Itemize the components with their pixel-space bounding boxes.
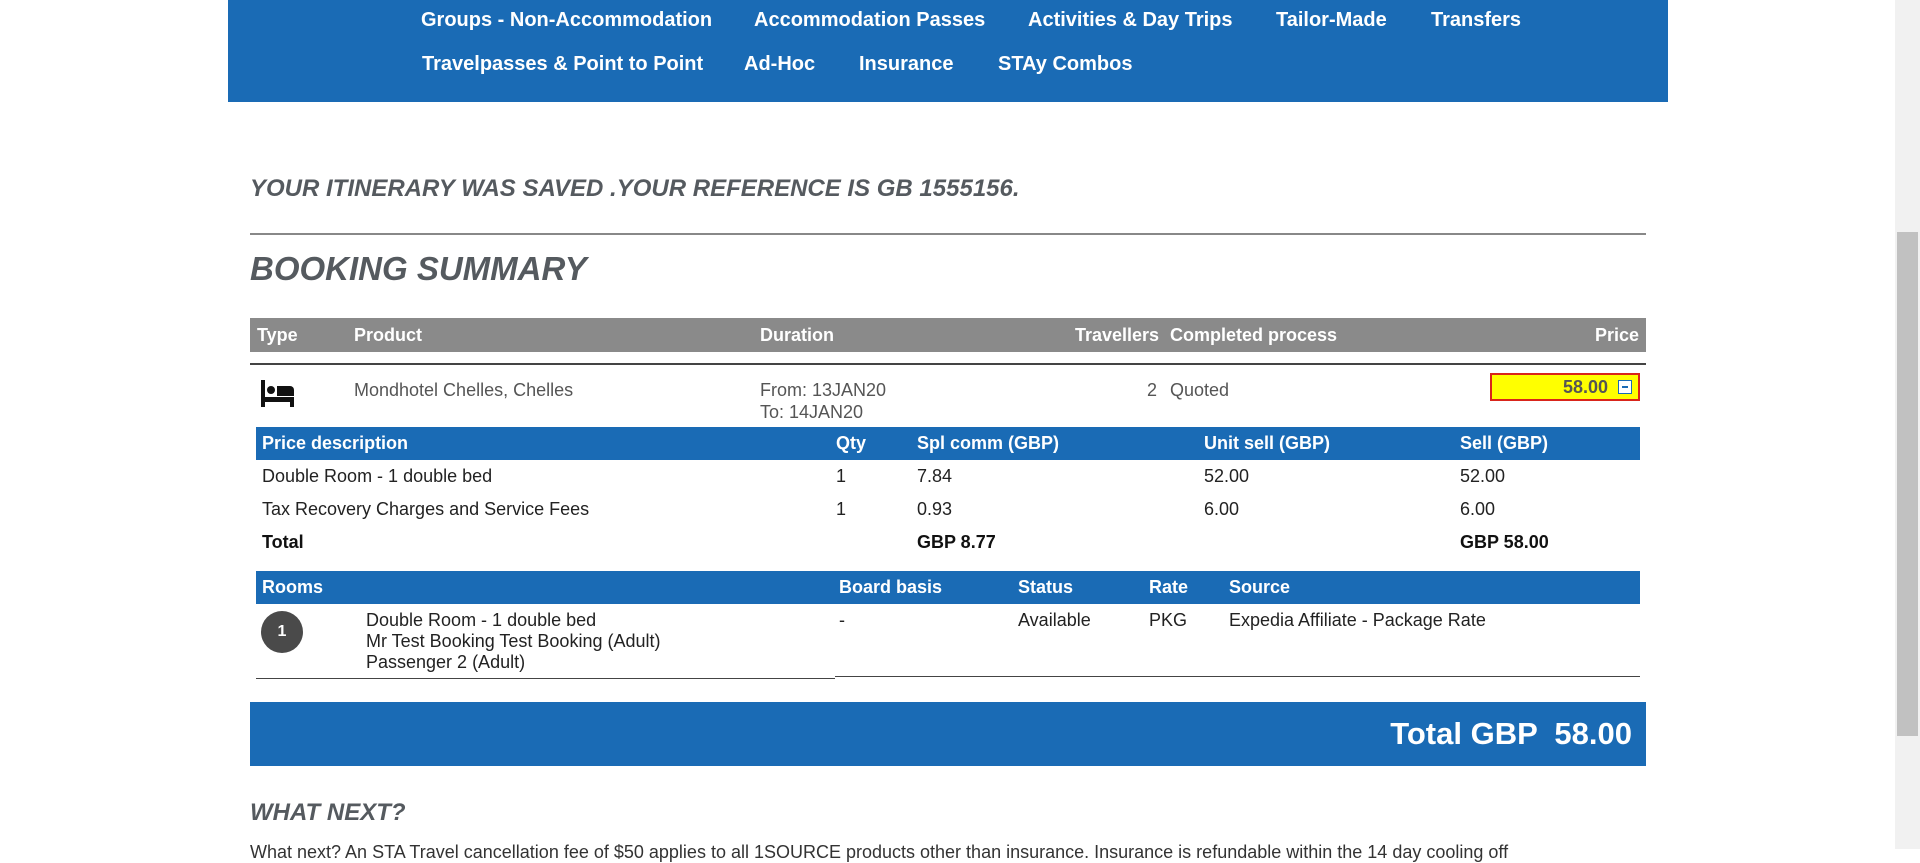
nav-row-1: Groups - Non-Accommodation Accommodation… <box>228 0 1668 44</box>
price-spl-comm: 7.84 <box>917 466 953 486</box>
nav-travelpasses[interactable]: Travelpasses & Point to Point <box>422 53 703 76</box>
price-unit-sell: 52.00 <box>1204 466 1250 486</box>
room-row: 1 Double Room - 1 double bed Mr Test Boo… <box>256 604 1640 678</box>
top-navigation: Groups - Non-Accommodation Accommodation… <box>228 0 1668 102</box>
header-rate: Rate <box>1149 577 1189 597</box>
product-price: 58.00 <box>1562 377 1608 397</box>
scrollbar-thumb[interactable] <box>1897 232 1918 736</box>
header-price: Price <box>1594 325 1639 345</box>
travellers-count: 2 <box>1147 380 1158 400</box>
price-spl-comm: 0.93 <box>917 499 953 519</box>
room-source: Expedia Affiliate - Package Rate <box>1229 610 1486 630</box>
duration-from: From: 13JAN20 <box>760 380 887 400</box>
divider <box>250 233 1646 235</box>
page: Groups - Non-Accommodation Accommodation… <box>228 0 1668 862</box>
price-sell: 52.00 <box>1460 466 1506 486</box>
header-source: Source <box>1229 577 1291 597</box>
what-next-text: What next? An STA Travel cancellation fe… <box>250 842 1509 862</box>
nav-insurance[interactable]: Insurance <box>859 53 953 76</box>
price-description: Double Room - 1 double bed <box>262 466 493 486</box>
bed-icon <box>261 380 294 407</box>
price-qty: 1 <box>836 499 847 519</box>
room-rate: PKG <box>1149 610 1188 630</box>
header-rooms: Rooms <box>262 577 324 597</box>
header-qty: Qty <box>836 433 867 453</box>
header-type: Type <box>257 325 298 345</box>
what-next-title: WHAT NEXT? <box>250 799 406 826</box>
nav-row-2: Travelpasses & Point to Point Ad-Hoc Ins… <box>228 44 1668 85</box>
divider <box>256 678 835 679</box>
room-guest: Passenger 2 (Adult) <box>366 652 526 672</box>
room-number-badge: 1 <box>261 611 303 653</box>
collapse-icon[interactable] <box>1618 380 1632 394</box>
nav-ad-hoc[interactable]: Ad-Hoc <box>744 53 815 76</box>
rooms-table-header: Rooms Board basis Status Rate Source <box>256 571 1640 604</box>
total-spl-comm: GBP 8.77 <box>917 532 996 552</box>
header-product: Product <box>354 325 423 345</box>
grand-total: Total GBP 58.00 <box>1390 716 1632 751</box>
duration-to: To: 14JAN20 <box>760 402 864 422</box>
nav-transfers[interactable]: Transfers <box>1431 9 1521 32</box>
price-row: Tax Recovery Charges and Service Fees 1 … <box>256 493 1640 526</box>
room-status: Available <box>1018 610 1091 630</box>
price-row: Double Room - 1 double bed 1 7.84 52.00 … <box>256 460 1640 493</box>
nav-groups-non-accommodation[interactable]: Groups - Non-Accommodation <box>421 9 712 32</box>
product-row: Mondhotel Chelles, Chelles From: 13JAN20… <box>250 367 1646 427</box>
room-details: Double Room - 1 double bed Mr Test Booki… <box>366 610 660 673</box>
header-completed-process: Completed process <box>1170 325 1338 345</box>
room-type: Double Room - 1 double bed <box>366 610 597 630</box>
price-total-row: Total GBP 8.77 GBP 58.00 <box>256 526 1640 559</box>
nav-activities-day-trips[interactable]: Activities & Day Trips <box>1028 9 1233 32</box>
header-unit-sell: Unit sell (GBP) <box>1204 433 1331 453</box>
process-status: Quoted <box>1170 380 1230 400</box>
header-spl-comm: Spl comm (GBP) <box>917 433 1060 453</box>
header-price-description: Price description <box>262 433 409 453</box>
price-qty: 1 <box>836 466 847 486</box>
price-table-header: Price description Qty Spl comm (GBP) Uni… <box>256 427 1640 460</box>
nav-stay-combos[interactable]: STAy Combos <box>998 53 1132 76</box>
total-bar: Total GBP 58.00 <box>250 702 1646 766</box>
saved-message: YOUR ITINERARY WAS SAVED .YOUR REFERENCE… <box>250 175 1020 202</box>
divider <box>835 676 1640 677</box>
price-highlight: 58.00 <box>1490 373 1640 401</box>
total-sell: GBP 58.00 <box>1460 532 1549 552</box>
booking-summary-title: BOOKING SUMMARY <box>250 250 587 287</box>
summary-table-header: Type Product Duration Travellers Complet… <box>250 318 1646 352</box>
header-sell: Sell (GBP) <box>1460 433 1549 453</box>
room-board-basis: - <box>839 610 845 630</box>
nav-tailor-made[interactable]: Tailor-Made <box>1276 9 1387 32</box>
vertical-scrollbar[interactable] <box>1895 0 1920 849</box>
price-unit-sell: 6.00 <box>1204 499 1240 519</box>
nav-accommodation-passes[interactable]: Accommodation Passes <box>754 9 985 32</box>
header-board-basis: Board basis <box>839 577 943 597</box>
header-duration: Duration <box>760 325 834 345</box>
header-status: Status <box>1018 577 1074 597</box>
price-description: Tax Recovery Charges and Service Fees <box>262 499 590 519</box>
total-label: Total <box>262 532 304 552</box>
room-guest: Mr Test Booking Test Booking (Adult) <box>366 631 661 651</box>
price-sell: 6.00 <box>1460 499 1496 519</box>
divider <box>250 363 1646 365</box>
header-travellers: Travellers <box>1075 325 1160 345</box>
product-name: Mondhotel Chelles, Chelles <box>354 380 574 400</box>
